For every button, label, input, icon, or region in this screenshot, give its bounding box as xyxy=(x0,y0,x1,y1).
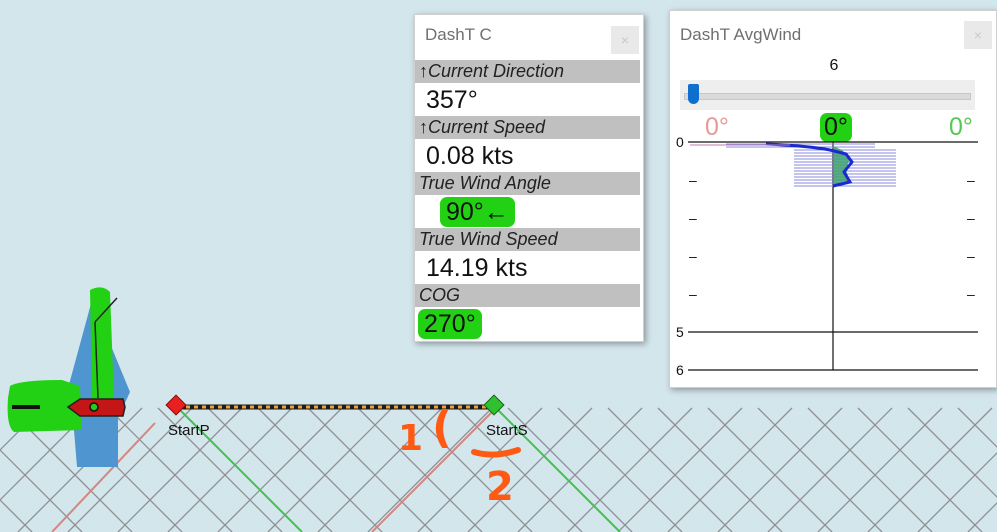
dash-c-panel[interactable]: DashT C × ↑Current Direction 357° ↑Curre… xyxy=(414,14,644,342)
boat-group[interactable] xyxy=(7,287,130,467)
right-minor-tick: – xyxy=(967,210,975,226)
grid-line xyxy=(617,407,743,532)
annotation-bracket xyxy=(471,447,521,458)
left-minor-tick: – xyxy=(689,286,697,302)
right-minor-tick: – xyxy=(967,286,975,302)
grid-line xyxy=(857,407,983,532)
tick-label-6: 6 xyxy=(676,362,684,378)
boat-center-marker xyxy=(89,402,99,412)
grid-line xyxy=(717,407,843,532)
current-direction-label: ↑Current Direction xyxy=(415,60,640,83)
true-wind-speed-value: 14.19 kts xyxy=(426,254,528,282)
slider-thumb[interactable] xyxy=(688,84,699,104)
dash-c-close-button[interactable]: × xyxy=(611,26,639,54)
dash-avgwind-title: DashT AvgWind xyxy=(680,25,802,44)
annotation-paren: ( xyxy=(432,402,453,453)
grid-line xyxy=(317,407,443,532)
grid-line xyxy=(257,407,383,532)
grid-line xyxy=(667,407,793,532)
slider-track xyxy=(684,93,971,100)
cog-label: COG xyxy=(415,284,640,307)
annotation-one: 1 xyxy=(398,418,424,459)
dash-avgwind-close-button[interactable]: × xyxy=(964,21,992,49)
cog-value: 270° xyxy=(418,309,482,339)
grid-line xyxy=(217,407,343,532)
grid-line xyxy=(657,407,783,532)
grid-line xyxy=(367,407,493,532)
right-minor-tick: – xyxy=(967,172,975,188)
left-minor-tick: – xyxy=(689,172,697,188)
grid-line xyxy=(707,407,833,532)
tick-label-0: 0 xyxy=(676,134,684,150)
grid-line xyxy=(607,407,733,532)
grid-line xyxy=(267,407,393,532)
true-wind-angle-value: 90°← xyxy=(440,197,515,227)
dash-avgwind-panel[interactable]: DashT AvgWind × 6 0° 0° 0° 0 5 6 – – – –… xyxy=(669,10,997,388)
grid-line xyxy=(207,407,333,532)
current-direction-value: 357° xyxy=(426,86,478,114)
start-port-label: StartP xyxy=(168,422,210,439)
grid-line xyxy=(557,407,683,532)
averaging-slider[interactable] xyxy=(680,80,975,110)
dash-c-title: DashT C xyxy=(425,25,492,44)
grid-line xyxy=(817,407,943,532)
grid-line xyxy=(867,407,993,532)
left-minor-tick: – xyxy=(689,210,697,226)
true-wind-speed-label: True Wind Speed xyxy=(415,228,640,251)
grid-line xyxy=(807,407,933,532)
grid-line xyxy=(567,407,693,532)
grid-line xyxy=(967,502,997,532)
left-minor-tick: – xyxy=(689,248,697,264)
true-wind-angle-label: True Wind Angle xyxy=(415,172,640,195)
tick-label-5: 5 xyxy=(676,324,684,340)
slider-value: 6 xyxy=(829,57,839,74)
start-starboard-label: StartS xyxy=(486,422,528,439)
grid-line xyxy=(757,407,883,532)
grid-line xyxy=(517,407,643,532)
current-speed-label: ↑Current Speed xyxy=(415,116,640,139)
wind-history-bars xyxy=(726,143,896,187)
annotation-two: 2 xyxy=(486,464,514,510)
avg-wind-plot xyxy=(688,141,978,371)
right-minor-tick: – xyxy=(967,248,975,264)
current-speed-value: 0.08 kts xyxy=(426,142,514,170)
grid-line xyxy=(907,407,997,498)
grid-line xyxy=(767,407,893,532)
